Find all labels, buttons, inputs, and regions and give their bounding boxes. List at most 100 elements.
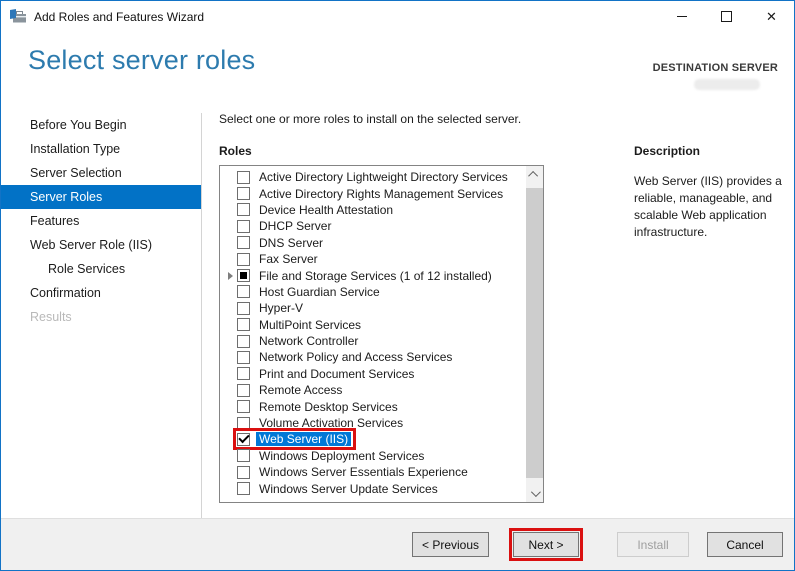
- role-annotation-box: File and Storage Services (1 of 12 insta…: [236, 268, 497, 284]
- sidebar-item-before-you-begin[interactable]: Before You Begin: [1, 113, 201, 137]
- button-label: Cancel: [726, 537, 764, 552]
- sidebar-item-server-selection[interactable]: Server Selection: [1, 161, 201, 185]
- role-row[interactable]: Windows Server Update Services: [220, 480, 543, 496]
- next-button[interactable]: Next >: [509, 528, 583, 561]
- role-annotation-box: MultiPoint Services: [236, 317, 366, 333]
- role-checkbox[interactable]: [237, 350, 250, 364]
- role-checkbox[interactable]: [237, 187, 250, 201]
- role-row[interactable]: Volume Activation Services: [220, 415, 543, 431]
- role-label: Web Server (IIS): [256, 432, 352, 447]
- role-label: Windows Server Essentials Experience: [259, 465, 468, 480]
- role-checkbox[interactable]: [237, 318, 250, 332]
- role-checkbox[interactable]: [237, 383, 250, 397]
- role-checkbox[interactable]: [237, 482, 250, 496]
- role-label: Fax Server: [259, 252, 318, 267]
- sidebar-item-label: Server Selection: [30, 166, 122, 180]
- role-checkbox[interactable]: [237, 203, 250, 217]
- role-row-web-server-iis[interactable]: Web Server (IIS): [220, 428, 543, 451]
- role-checkbox[interactable]: [237, 301, 250, 315]
- description-text: Web Server (IIS) provides a reliable, ma…: [634, 174, 782, 239]
- close-button[interactable]: ✕: [749, 1, 794, 32]
- role-row[interactable]: Active Directory Lightweight Directory S…: [220, 169, 543, 185]
- role-checkbox[interactable]: [237, 432, 250, 446]
- role-annotation-box: Network Policy and Access Services: [236, 349, 457, 365]
- role-annotation-box: Hyper-V: [236, 300, 308, 316]
- role-label: Active Directory Lightweight Directory S…: [259, 170, 508, 185]
- sidebar-item-label: Role Services: [48, 262, 126, 276]
- role-checkbox[interactable]: [237, 170, 250, 184]
- role-row[interactable]: Hyper-V: [220, 300, 543, 316]
- maximize-button[interactable]: [704, 1, 749, 32]
- role-row[interactable]: Network Controller: [220, 333, 543, 349]
- role-checkbox[interactable]: [237, 269, 250, 283]
- role-label: Windows Deployment Services: [259, 448, 425, 463]
- minimize-button[interactable]: [659, 1, 704, 32]
- role-annotation-box: Windows Deployment Services: [236, 448, 429, 464]
- caption-buttons: ✕: [659, 1, 794, 32]
- role-annotation-box: Active Directory Lightweight Directory S…: [236, 169, 513, 185]
- sidebar-item-web-server-role-iis[interactable]: Web Server Role (IIS): [1, 233, 201, 257]
- sidebar-divider: [201, 113, 202, 520]
- role-row[interactable]: Device Health Attestation: [220, 202, 543, 218]
- role-label: DNS Server: [259, 235, 324, 250]
- sidebar-item-role-services[interactable]: Role Services: [1, 257, 201, 281]
- roles-scrollbar[interactable]: [526, 166, 543, 502]
- scroll-down-button[interactable]: [526, 485, 543, 502]
- button-label: Install: [637, 537, 669, 552]
- role-checkbox[interactable]: [237, 367, 250, 381]
- role-checkbox[interactable]: [237, 449, 250, 463]
- main-content: Select one or more roles to install on t…: [219, 112, 786, 503]
- role-row[interactable]: Remote Access: [220, 382, 543, 398]
- previous-button[interactable]: < Previous: [412, 532, 489, 557]
- role-row[interactable]: Windows Server Essentials Experience: [220, 464, 543, 480]
- window-title: Add Roles and Features Wizard: [34, 9, 205, 24]
- role-label: File and Storage Services (1 of 12 insta…: [259, 268, 492, 283]
- role-annotation-box: Remote Access: [236, 382, 347, 398]
- role-annotation-box: Windows Server Essentials Experience: [236, 464, 473, 480]
- button-label: < Previous: [421, 537, 480, 552]
- sidebar-item-features[interactable]: Features: [1, 209, 201, 233]
- role-row[interactable]: DHCP Server: [220, 218, 543, 234]
- instruction-text: Select one or more roles to install on t…: [219, 112, 522, 126]
- cancel-button[interactable]: Cancel: [707, 532, 783, 557]
- role-checkbox[interactable]: [237, 252, 250, 266]
- role-annotation-box: Host Guardian Service: [236, 284, 385, 300]
- expander-icon[interactable]: [225, 272, 236, 280]
- sidebar-item-label: Before You Begin: [30, 118, 127, 132]
- scroll-up-button[interactable]: [526, 166, 543, 183]
- role-label: Print and Document Services: [259, 366, 415, 381]
- role-annotation-box: Device Health Attestation: [236, 202, 398, 218]
- button-label: Next >: [528, 537, 564, 552]
- role-row[interactable]: Host Guardian Service: [220, 284, 543, 300]
- sidebar-item-server-roles[interactable]: Server Roles: [1, 185, 201, 209]
- wizard-window: Add Roles and Features Wizard ✕ Select s…: [0, 0, 795, 571]
- role-checkbox[interactable]: [237, 416, 250, 430]
- sidebar-item-label: Web Server Role (IIS): [30, 238, 153, 252]
- minimize-icon: [676, 16, 687, 17]
- role-row[interactable]: Fax Server: [220, 251, 543, 267]
- role-row[interactable]: Remote Desktop Services: [220, 398, 543, 414]
- maximize-icon: [721, 11, 732, 22]
- roles-listbox[interactable]: Active Directory Lightweight Directory S…: [219, 165, 544, 503]
- install-button: Install: [617, 532, 689, 557]
- role-annotation-box: DHCP Server: [236, 218, 336, 234]
- sidebar-item-confirmation[interactable]: Confirmation: [1, 281, 201, 305]
- role-row[interactable]: Network Policy and Access Services: [220, 349, 543, 365]
- role-label: Network Controller: [259, 334, 359, 349]
- sidebar-item-installation-type[interactable]: Installation Type: [1, 137, 201, 161]
- role-checkbox[interactable]: [237, 236, 250, 250]
- role-checkbox[interactable]: [237, 400, 250, 414]
- role-checkbox[interactable]: [237, 465, 250, 479]
- role-checkbox[interactable]: [237, 285, 250, 299]
- title-bar: Add Roles and Features Wizard ✕: [1, 1, 794, 32]
- role-checkbox[interactable]: [237, 334, 250, 348]
- role-checkbox[interactable]: [237, 219, 250, 233]
- role-annotation-box: Remote Desktop Services: [236, 399, 403, 415]
- role-row[interactable]: Active Directory Rights Management Servi…: [220, 185, 543, 201]
- role-row[interactable]: DNS Server: [220, 235, 543, 251]
- role-row-file-and-storage-services[interactable]: File and Storage Services (1 of 12 insta…: [220, 267, 543, 283]
- role-row[interactable]: Windows Deployment Services: [220, 448, 543, 464]
- role-row[interactable]: Print and Document Services: [220, 366, 543, 382]
- role-row[interactable]: MultiPoint Services: [220, 317, 543, 333]
- scrollbar-thumb[interactable]: [526, 188, 543, 478]
